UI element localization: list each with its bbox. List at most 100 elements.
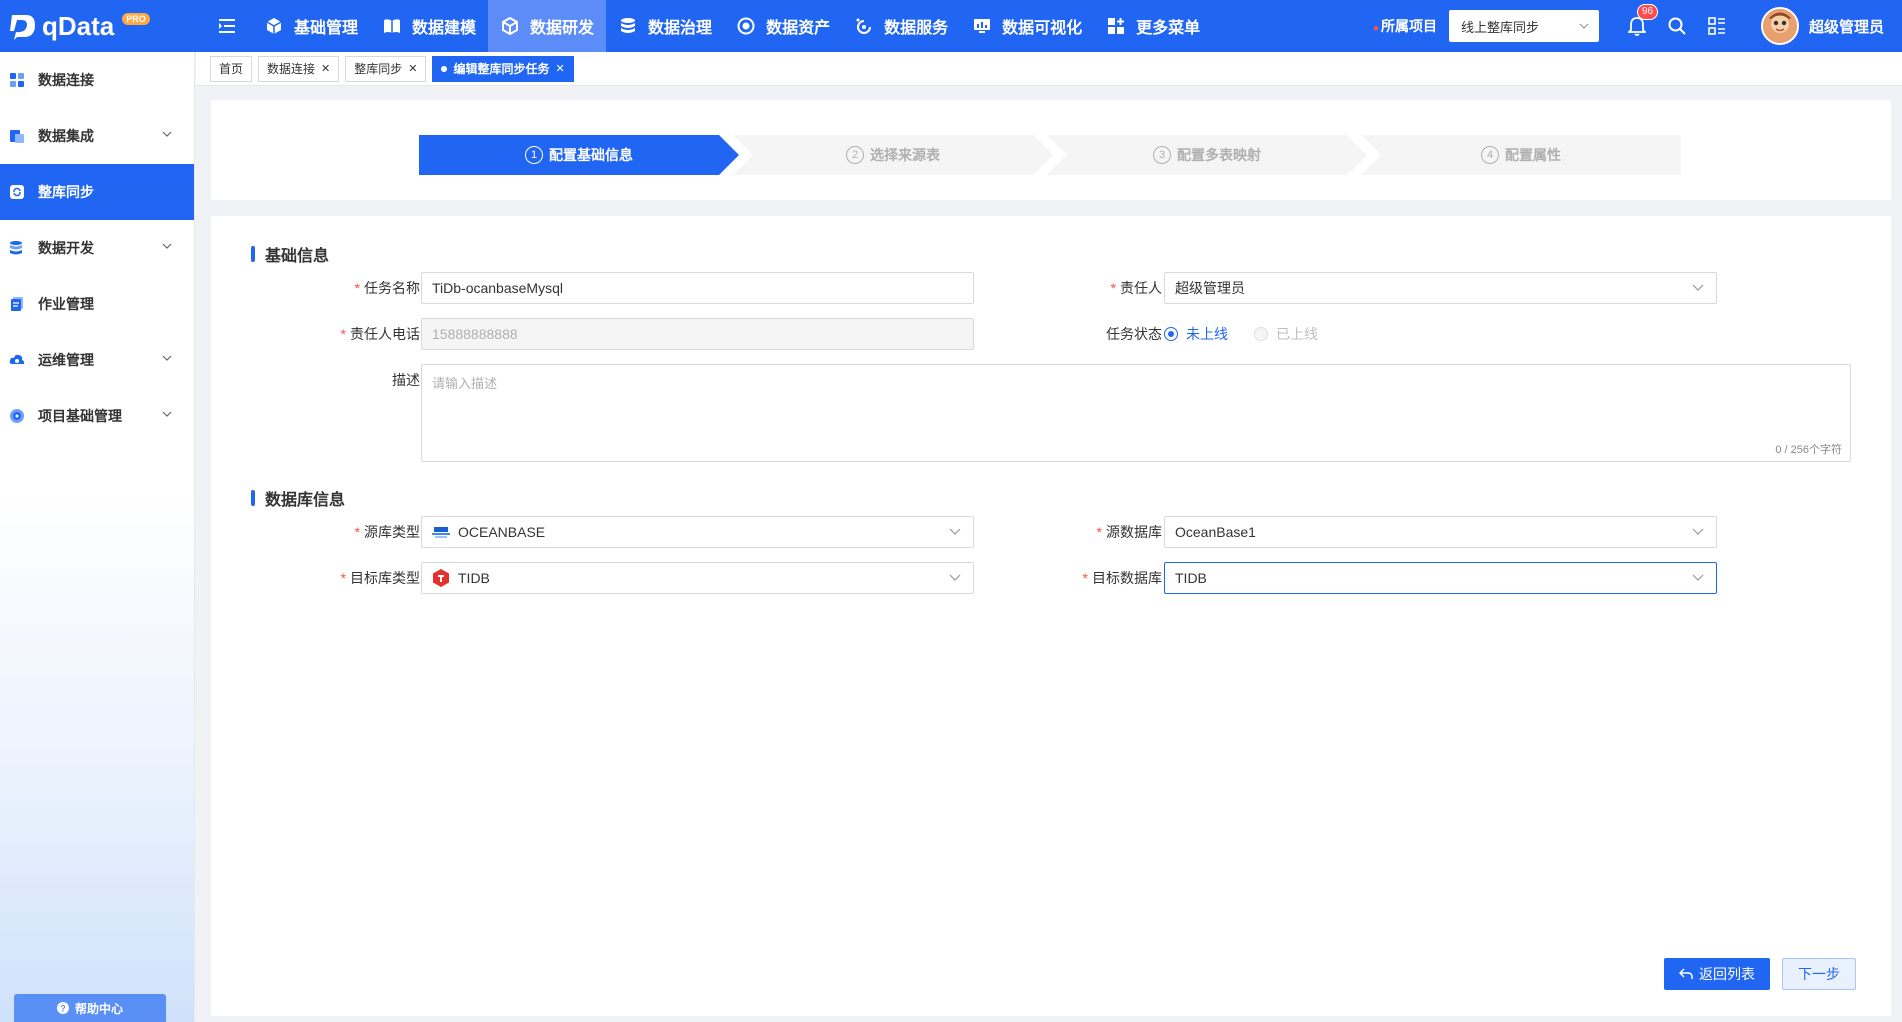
target-db-value: TIDB (1175, 570, 1207, 586)
search-button[interactable] (1659, 0, 1695, 52)
target-type-value: TIDB (458, 570, 490, 586)
layout-button[interactable] (1699, 0, 1735, 52)
step-basic-info[interactable]: 1 配置基础信息 (419, 135, 739, 175)
tab-home[interactable]: 首页 (210, 55, 253, 82)
target-db-select[interactable]: TIDB (1164, 562, 1717, 594)
sidebar-item-job-management[interactable]: 作业管理 (0, 276, 194, 332)
step-table-mapping[interactable]: 3 配置多表映射 (1047, 135, 1367, 175)
nav-more-menu[interactable]: 更多菜单 (1094, 0, 1212, 52)
nav-data-development[interactable]: 数据研发 (488, 0, 607, 52)
sidebar-item-label: 作业管理 (38, 296, 94, 312)
tab-label: 整库同步 (354, 62, 403, 76)
sidebar-item-label: 整库同步 (38, 184, 94, 200)
owner-label: * 责任人 (1110, 280, 1162, 296)
tab-data-connection[interactable]: 数据连接 ✕ (258, 55, 340, 82)
chevron-down-icon (162, 243, 172, 249)
source-db-value: OceanBase1 (1175, 524, 1256, 540)
task-name-input[interactable]: TiDb-ocanbaseMysql (421, 272, 974, 304)
step-content: 2 选择来源表 (846, 145, 940, 165)
menu-collapse-icon[interactable] (208, 0, 248, 52)
svg-text:?: ? (60, 1004, 66, 1014)
step-number: 4 (1481, 146, 1499, 164)
tab-edit-sync-task[interactable]: 编辑整库同步任务 ✕ (432, 55, 574, 82)
nav-data-visualization[interactable]: 数据可视化 (960, 0, 1094, 52)
chevron-down-icon (162, 411, 172, 417)
desc-counter: 0 / 256个字符 (1775, 444, 1842, 456)
form-card: 基础信息 * 任务名称 TiDb-ocanbaseMysql * 责任人 超级管理员… (211, 216, 1891, 1016)
source-db-select[interactable]: OceanBase1 (1164, 516, 1717, 548)
sidebar-item-project-management[interactable]: 项目基础管理 (0, 388, 194, 444)
avatar[interactable] (1760, 7, 1799, 45)
sidebar-item-full-sync[interactable]: 整库同步 (0, 164, 194, 220)
project-label-text: 所属项目 (1380, 18, 1437, 34)
step-label: 配置多表映射 (1177, 147, 1261, 163)
nav-label: 更多菜单 (1136, 20, 1201, 37)
chevron-down-icon (162, 355, 172, 361)
tab-label: 编辑整库同步任务 (453, 62, 550, 76)
nav-data-modeling[interactable]: 数据建模 (370, 0, 488, 52)
dev-icon (8, 239, 26, 257)
status-online-radio: 已上线 (1254, 324, 1318, 344)
nav-label: 数据治理 (648, 20, 713, 37)
sidebar-item-data-integration[interactable]: 数据集成 (0, 108, 194, 164)
chevron-down-icon (949, 528, 961, 535)
owner-value: 超级管理员 (1175, 280, 1245, 296)
tabs-bar: 首页 数据连接 ✕ 整库同步 ✕ 编辑整库同步任务 ✕ (196, 52, 1902, 86)
nav-label: 数据服务 (884, 20, 949, 37)
nav-data-governance[interactable]: 数据治理 (606, 0, 724, 52)
section-bar (251, 246, 255, 262)
next-step-label: 下一步 (1798, 966, 1840, 982)
search-icon (1668, 17, 1686, 35)
project-select[interactable]: 线上整库同步 (1448, 10, 1599, 42)
sidebar-item-data-connection[interactable]: 数据连接 (0, 52, 194, 108)
grid-plus-icon (1106, 16, 1126, 36)
job-icon (8, 295, 26, 313)
chevron-down-icon (1692, 574, 1704, 581)
close-icon[interactable]: ✕ (556, 62, 565, 75)
chevron-down-icon (1692, 528, 1704, 535)
user-name[interactable]: 超级管理员 (1809, 16, 1884, 37)
desc-label: 描述 (392, 372, 420, 388)
sidebar-item-data-development[interactable]: 数据开发 (0, 220, 194, 276)
sidebar-item-ops-management[interactable]: 运维管理 (0, 332, 194, 388)
nav-basic-management[interactable]: 基础管理 (252, 0, 370, 52)
target-db-label: * 目标数据库 (1082, 570, 1162, 586)
question-icon: ? (56, 1002, 69, 1014)
help-center-button[interactable]: ? 帮助中心 (14, 994, 166, 1022)
top-navbar: qData PRO 基础管理 数据建模 数据研发 数据治理 数据资产 数据服务 (0, 0, 1902, 52)
back-to-list-button[interactable]: 返回列表 (1664, 958, 1770, 990)
radio-circle (1164, 327, 1178, 341)
close-icon[interactable]: ✕ (408, 62, 417, 75)
desc-placeholder: 请输入描述 (432, 376, 498, 391)
close-icon[interactable]: ✕ (321, 62, 330, 75)
next-step-button[interactable]: 下一步 (1782, 958, 1856, 990)
source-type-label: * 源库类型 (354, 524, 420, 540)
step-select-source[interactable]: 2 选择来源表 (733, 135, 1053, 175)
step-properties[interactable]: 4 配置属性 (1361, 135, 1681, 175)
tab-label: 数据连接 (267, 62, 316, 76)
source-type-select[interactable]: OCEANBASE (421, 516, 974, 548)
phone-input: 15888888888 (421, 318, 974, 350)
chevron-down-icon (949, 574, 961, 581)
logo-text: qData (42, 10, 115, 41)
tab-full-sync[interactable]: 整库同步 ✕ (345, 55, 427, 82)
target-type-select[interactable]: TIDB (421, 562, 974, 594)
tab-label: 首页 (219, 62, 244, 76)
status-offline-radio[interactable]: 未上线 (1164, 324, 1228, 344)
status-label: 任务状态 (1106, 326, 1162, 342)
avatar-image (1762, 9, 1797, 43)
sidebar: 数据连接 数据集成 整库同步 数据开发 作业管理 运维管理 项目基础管理 ? 帮… (0, 52, 195, 1022)
step-number: 1 (525, 146, 543, 164)
step-content: 3 配置多表映射 (1153, 145, 1261, 165)
nav-data-assets[interactable]: 数据资产 (724, 0, 842, 52)
service-ring-icon (854, 16, 874, 36)
nav-data-services[interactable]: 数据服务 (842, 0, 960, 52)
app-logo[interactable]: qData PRO (0, 0, 200, 52)
owner-select[interactable]: 超级管理员 (1164, 272, 1717, 304)
return-icon (1679, 968, 1693, 979)
notification-button[interactable]: 96 (1619, 0, 1659, 52)
source-db-label: * 源数据库 (1096, 524, 1162, 540)
desc-textarea[interactable]: 请输入描述 0 / 256个字符 (421, 364, 1851, 462)
oceanbase-icon (432, 523, 450, 541)
integration-icon (8, 127, 26, 145)
